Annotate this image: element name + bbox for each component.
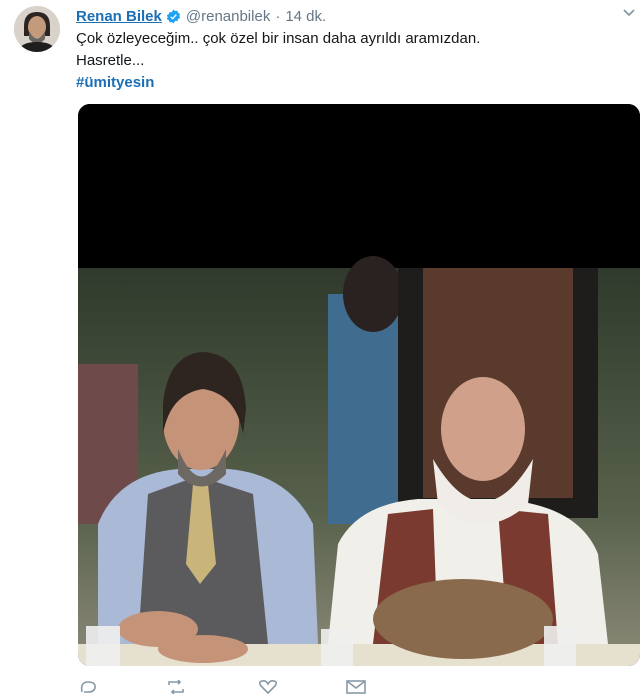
verified-badge-icon [166, 9, 181, 24]
hashtag-link[interactable]: #ümityesin [76, 72, 480, 94]
timestamp[interactable]: 14 dk. [285, 8, 326, 25]
tweet-photo[interactable] [78, 104, 640, 666]
tweet: Renan Bilek @renanbilek · 14 dk. Çok özl… [0, 0, 640, 695]
chevron-down-icon[interactable] [622, 6, 636, 20]
tweet-header: Renan Bilek @renanbilek · 14 dk. [76, 6, 326, 26]
avatar[interactable] [14, 6, 60, 52]
tweet-text: Çok özleyeceğim.. çok özel bir insan dah… [76, 28, 480, 94]
tweet-text-line: Hasretle... [76, 52, 145, 69]
tweet-text-line: Çok özleyeceğim.. çok özel bir insan dah… [76, 30, 481, 47]
user-handle[interactable]: @renanbilek [186, 8, 270, 25]
separator: · [275, 7, 281, 25]
display-name[interactable]: Renan Bilek [76, 8, 162, 25]
